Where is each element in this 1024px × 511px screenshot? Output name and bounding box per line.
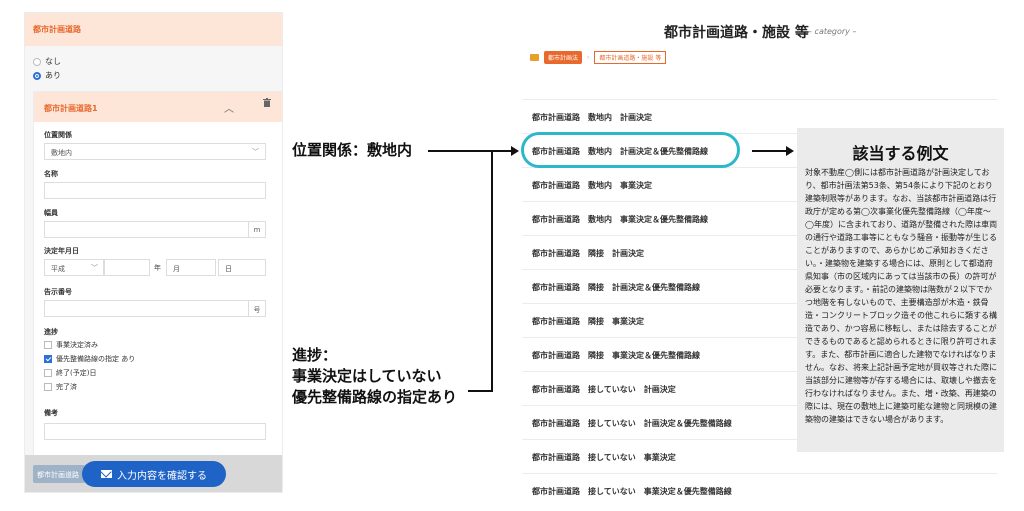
list-item-label: 都市計画道路 隣接 事業決定＆優先整備路線: [532, 351, 700, 360]
notice-label: 告示番号: [44, 288, 72, 296]
trash-icon-svg: [263, 98, 271, 107]
list-item-label: 都市計画道路 接していない 計画決定＆優先整備路線: [532, 419, 732, 428]
list-item-label: 都市計画道路 敷地内 事業決定: [532, 181, 652, 190]
folder-icon: [530, 53, 539, 61]
mail-icon: [101, 470, 112, 478]
name-label: 名称: [44, 170, 58, 178]
annotation-progress-2: 事業決定はしていない: [292, 367, 442, 385]
footer-tag[interactable]: 都市計画道路: [33, 465, 85, 483]
radio-none-label: なし: [45, 57, 61, 66]
radio-yes[interactable]: あり: [33, 70, 61, 81]
radio-circle-selected[interactable]: [33, 71, 41, 80]
trash-icon[interactable]: [256, 98, 278, 116]
breadcrumb-item-current[interactable]: 都市計画道路・施設 等: [594, 50, 667, 64]
width-input[interactable]: [44, 221, 249, 238]
era-select-value: 平成: [51, 265, 65, 273]
chevron-down-icon: ﹀: [91, 264, 98, 272]
arrow-line-progress-v: [491, 151, 493, 392]
breadcrumb-item-city-planning-law[interactable]: 都市計画法: [544, 50, 583, 64]
example-text: 対象不動産◯側には都市計画道路が計画決定しており、都市計画法第53条、第54条に…: [805, 168, 998, 424]
list-item-label: 都市計画道路 隣接 計画決定: [532, 249, 644, 258]
confirm-button-label: 入力内容を確認する: [117, 470, 207, 482]
radio-none[interactable]: なし: [33, 56, 61, 67]
chevron-down-icon: ﹀: [252, 148, 259, 156]
category-title: 都市計画道路・施設 等: [664, 25, 809, 41]
breadcrumb: 都市計画法 › 都市計画道路・施設 等: [530, 50, 667, 64]
width-unit: m: [248, 221, 266, 238]
breadcrumb-separator: ›: [587, 53, 590, 61]
category-subtitle: – category –: [808, 27, 857, 36]
list-item-label: 都市計画道路 隣接 事業決定: [532, 317, 644, 326]
road-card: 都市計画道路1 ︿ 位置関係 敷地内 ﹀ 名称 幅員 m 決定年月日 平成 ﹀ …: [33, 91, 282, 461]
list-item-label: 都市計画道路 接していない 事業決定: [532, 453, 676, 462]
year-unit: 年: [154, 264, 161, 272]
position-select[interactable]: 敷地内 ﹀: [44, 143, 266, 160]
annotation-position: 位置関係：敷地内: [292, 141, 413, 159]
name-input[interactable]: [44, 182, 266, 199]
checkbox[interactable]: [44, 341, 52, 349]
remarks-input[interactable]: [44, 423, 266, 440]
era-select[interactable]: 平成 ﹀: [44, 259, 104, 276]
progress-option-completed[interactable]: 完了済: [44, 382, 77, 392]
list-item-label: 都市計画道路 敷地内 計画決定: [532, 113, 652, 122]
notice-unit: 号: [248, 300, 266, 317]
year-input[interactable]: [104, 259, 150, 276]
checkbox-checked[interactable]: [44, 355, 52, 363]
highlight-oval: [521, 132, 740, 168]
checkbox[interactable]: [44, 369, 52, 377]
notice-input[interactable]: [44, 300, 249, 317]
annotation-progress-1: 進捗：: [292, 346, 338, 364]
form-footer: 都市計画道路 入力内容を確認する: [25, 455, 282, 492]
form-panel: 都市計画道路 なし あり 都市計画道路1 ︿ 位置関係 敷地内 ﹀ 名称 幅員 …: [24, 12, 283, 493]
progress-option-label: 終了(予定)日: [56, 369, 97, 377]
day-input[interactable]: 日: [218, 259, 266, 276]
month-input[interactable]: 月: [166, 259, 216, 276]
road-card-title: 都市計画道路1: [44, 104, 98, 113]
list-item-label: 都市計画道路 敷地内 事業決定＆優先整備路線: [532, 215, 708, 224]
list-item-label: 都市計画道路 隣接 計画決定＆優先整備路線: [532, 283, 700, 292]
progress-option-end-date[interactable]: 終了(予定)日: [44, 368, 96, 378]
form-section-title: 都市計画道路: [33, 25, 81, 34]
day-unit: 日: [225, 265, 232, 273]
arrow-line-progress-h: [468, 390, 492, 392]
arrow-line-position: [428, 150, 513, 152]
list-item-label: 都市計画道路 接していない 事業決定＆優先整備路線: [532, 487, 732, 496]
progress-option-label: 優先整備路線の指定 あり: [56, 355, 136, 363]
progress-option-label: 事業決定済み: [56, 341, 98, 349]
annotation-progress-3: 優先整備路線の指定あり: [292, 388, 458, 406]
checkbox[interactable]: [44, 383, 52, 391]
arrowhead-position: [511, 146, 519, 156]
example-box: 該当する例文 対象不動産◯側には都市計画道路が計画決定しており、都市計画法第53…: [797, 128, 1004, 452]
remarks-label: 備考: [44, 409, 58, 417]
progress-label: 進捗: [44, 328, 58, 336]
radio-yes-label: あり: [45, 71, 61, 80]
progress-option-business-decided[interactable]: 事業決定済み: [44, 340, 98, 350]
example-title: 該当する例文: [852, 144, 949, 163]
month-unit: 月: [173, 265, 180, 273]
position-select-value: 敷地内: [51, 149, 72, 157]
list-item-label: 都市計画道路 接していない 計画決定: [532, 385, 676, 394]
width-label: 幅員: [44, 209, 58, 217]
form-section-header: 都市計画道路: [25, 13, 282, 46]
list-item[interactable]: 都市計画道路 接していない 事業決定＆優先整備路線: [522, 474, 997, 508]
date-label: 決定年月日: [44, 247, 79, 255]
confirm-input-button[interactable]: 入力内容を確認する: [82, 461, 226, 487]
progress-option-label: 完了済: [56, 383, 77, 391]
progress-option-priority-route[interactable]: 優先整備路線の指定 あり: [44, 354, 135, 364]
position-label: 位置関係: [44, 131, 72, 139]
chevron-up-icon[interactable]: ︿: [224, 100, 234, 115]
radio-circle[interactable]: [33, 57, 41, 66]
road-card-header[interactable]: 都市計画道路1 ︿: [34, 92, 282, 122]
